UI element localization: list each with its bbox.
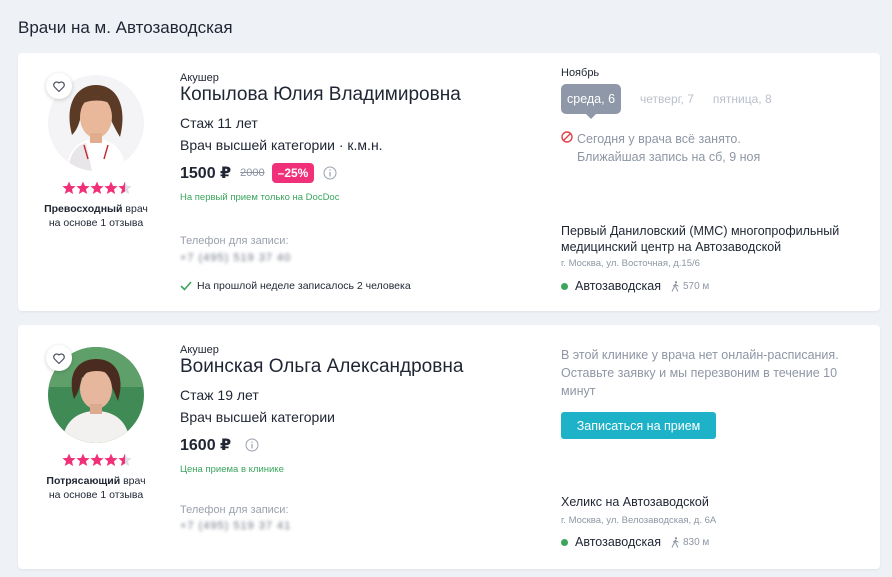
schedule-month: Ноябрь	[561, 67, 600, 79]
doctor-category: Врач высшей категории · к.м.н.	[180, 137, 383, 153]
walk-distance: 570 м	[671, 281, 709, 292]
rating-suffix: врач	[122, 203, 148, 215]
doctor-experience: Стаж 19 лет	[180, 387, 259, 403]
clinic-address: г. Москва, ул. Восточная, д.15/6	[561, 258, 700, 269]
rating-reviews[interactable]: на основе 1 отзыва	[49, 489, 143, 501]
price-note: На первый прием только на DocDoc	[180, 192, 340, 203]
walk-distance: 830 м	[671, 537, 709, 548]
doctor-specialty: Акушер	[180, 344, 219, 356]
day-option[interactable]: пятница, 8	[713, 92, 772, 106]
doctor-experience: Стаж 11 лет	[180, 115, 258, 131]
rating-summary: Потрясающий врач на основе 1 отзыва	[32, 474, 160, 502]
price-note: Цена приема в клинике	[180, 464, 284, 475]
metro-station: Автозаводская	[575, 535, 661, 549]
favorite-button[interactable]	[46, 73, 72, 99]
rating-word: Превосходный	[44, 203, 123, 215]
no-entry-icon	[561, 131, 573, 143]
price-row: 1600 ₽	[180, 433, 259, 457]
favorite-button[interactable]	[46, 345, 72, 371]
price: 1600 ₽	[180, 437, 232, 454]
next-slot-line: Ближайшая запись на сб, 9 ноя	[577, 150, 761, 164]
page-title: Врачи на м. Автозаводская	[18, 18, 233, 37]
booked-note: На прошлой неделе записалось 2 человека	[180, 280, 411, 292]
metro-info: Автозаводская 830 м	[561, 535, 709, 549]
price: 1500 ₽	[180, 165, 232, 182]
busy-message: Сегодня у врача всё занято. Ближайшая за…	[561, 130, 760, 166]
clinic-address: г. Москва, ул. Велозаводская, д. 6А	[561, 515, 717, 526]
check-icon	[180, 281, 192, 291]
rating-stars	[62, 453, 132, 466]
discount-badge: –25%	[271, 163, 315, 183]
schedule-days: среда, 6 четверг, 7 пятница, 8	[561, 84, 772, 119]
rating-summary: Превосходный врач на основе 1 отзыва	[32, 202, 160, 230]
book-appointment-button[interactable]: Записаться на прием	[561, 412, 716, 439]
metro-line-dot	[561, 282, 568, 290]
phone-label: Телефон для записи:	[180, 235, 289, 247]
metro-station: Автозаводская	[575, 279, 661, 293]
rating-reviews[interactable]: на основе 1 отзыва	[49, 217, 143, 229]
old-price: 2000	[240, 167, 265, 179]
phone-number[interactable]: +7 (495) 519 37 41	[180, 520, 291, 532]
clinic-name[interactable]: Первый Даниловский (ММС) многопрофильный…	[561, 223, 861, 255]
day-option[interactable]: четверг, 7	[640, 92, 694, 106]
metro-line-dot	[561, 538, 568, 546]
info-icon[interactable]	[245, 438, 259, 452]
walking-person-icon	[671, 280, 679, 292]
doctor-card: Потрясающий врач на основе 1 отзыва Акуш…	[18, 325, 880, 569]
phone-number[interactable]: +7 (495) 519 37 40	[180, 252, 291, 264]
clinic-name[interactable]: Хеликс на Автозаводской	[561, 494, 861, 510]
metro-info: Автозаводская 570 м	[561, 279, 709, 293]
doctor-category: Врач высшей категории	[180, 409, 335, 425]
no-online-message: В этой клинике у врача нет онлайн-распис…	[561, 348, 839, 398]
doctor-card: Превосходный врач на основе 1 отзыва Аку…	[18, 53, 880, 311]
distance-text: 570 м	[682, 280, 710, 292]
doctor-name[interactable]: Воинская Ольга Александровна	[180, 356, 463, 378]
price-row: 1500 ₽ 2000 –25%	[180, 161, 337, 185]
walking-person-icon	[671, 536, 679, 548]
doctor-name[interactable]: Копылова Юлия Владимировна	[180, 84, 461, 106]
heart-icon	[53, 352, 65, 364]
distance-text: 830 м	[682, 536, 710, 548]
phone-label: Телефон для записи:	[180, 504, 289, 516]
info-icon[interactable]	[323, 166, 337, 180]
rating-suffix: врач	[120, 475, 146, 487]
heart-icon	[53, 80, 65, 92]
rating-stars	[62, 181, 132, 194]
day-selected[interactable]: среда, 6	[561, 84, 622, 119]
booked-text: На прошлой неделе записалось 2 человека	[197, 280, 411, 292]
busy-line: Сегодня у врача всё занято.	[577, 132, 741, 146]
rating-word: Потрясающий	[46, 475, 121, 487]
doctor-specialty: Акушер	[180, 72, 219, 84]
